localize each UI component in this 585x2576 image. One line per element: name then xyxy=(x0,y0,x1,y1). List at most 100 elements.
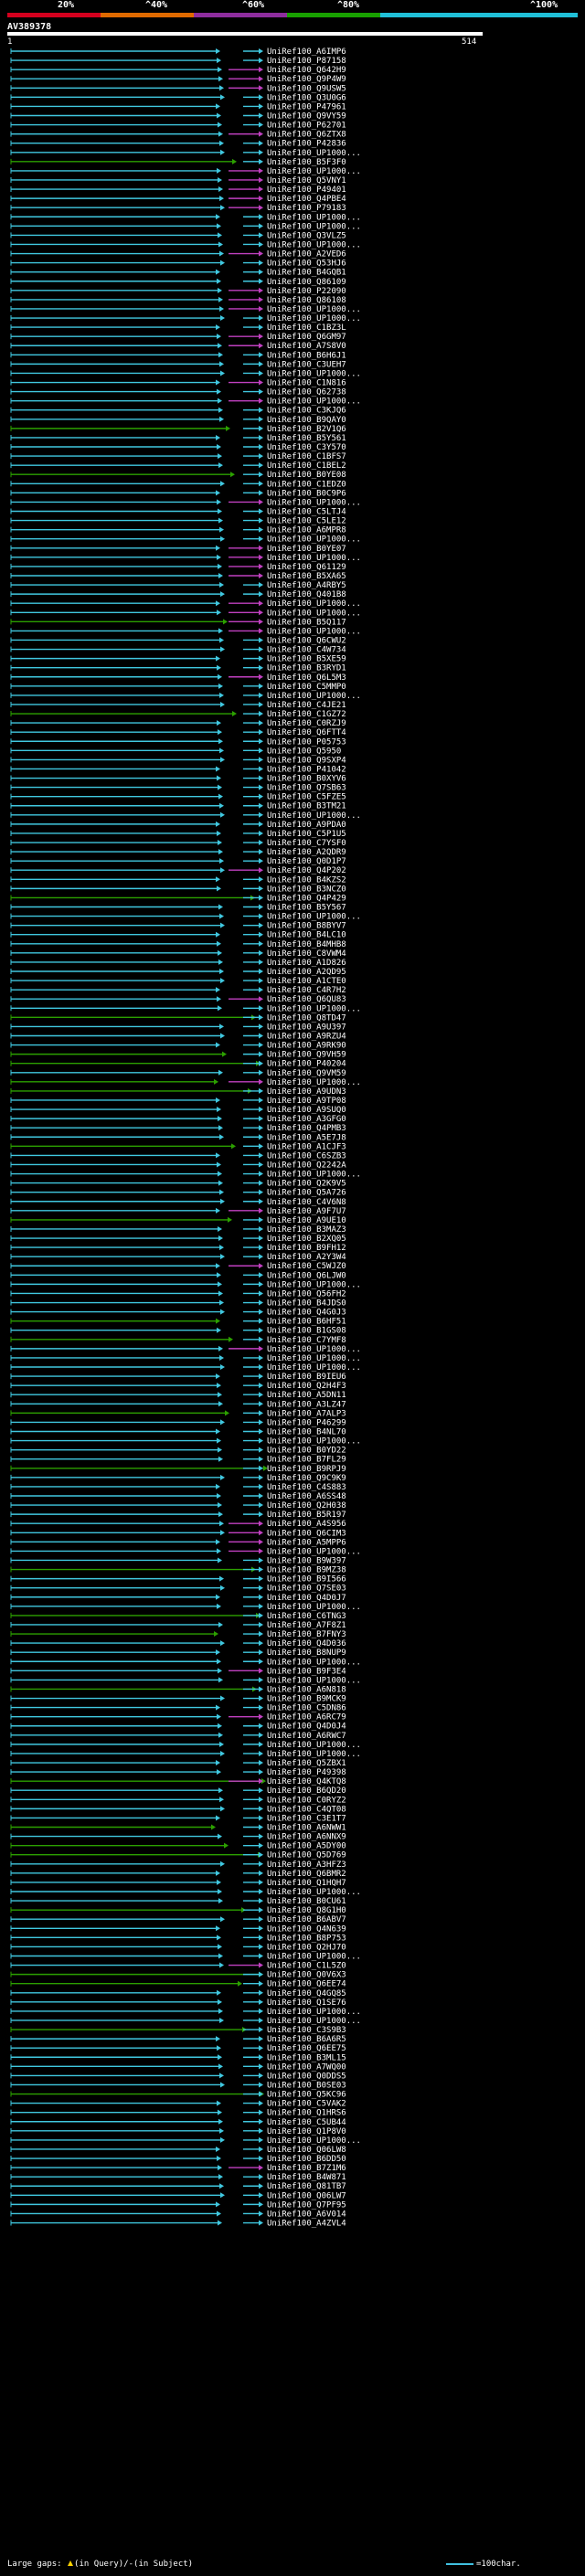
hit-label[interactable]: UniRef100_P22090 xyxy=(267,287,346,296)
hit-label[interactable]: UniRef100_Q6EE74 xyxy=(267,1980,346,1989)
hit-label[interactable]: UniRef100_C4R7H2 xyxy=(267,986,346,995)
hit-label[interactable]: UniRef100_Q0D1P7 xyxy=(267,857,346,866)
hit-label[interactable]: UniRef100_Q9P4W9 xyxy=(267,75,346,84)
hit-label[interactable]: UniRef100_UP1000... xyxy=(267,554,361,563)
hit-label[interactable]: UniRef100_UP1000... xyxy=(267,1078,361,1087)
hit-label[interactable]: UniRef100_Q86108 xyxy=(267,296,346,305)
hit-label[interactable]: UniRef100_A4RBY5 xyxy=(267,581,346,590)
hit-label[interactable]: UniRef100_C1BFS7 xyxy=(267,452,346,461)
hit-label[interactable]: UniRef100_Q9VM59 xyxy=(267,1069,346,1078)
hit-label[interactable]: UniRef100_A6NNX9 xyxy=(267,1833,346,1842)
hit-label[interactable]: UniRef100_Q8TD47 xyxy=(267,1013,346,1023)
hit-label[interactable]: UniRef100_B5Q117 xyxy=(267,618,346,627)
hit-label[interactable]: UniRef100_Q642H9 xyxy=(267,66,346,75)
hit-label[interactable]: UniRef100_B5Y561 xyxy=(267,434,346,443)
hit-label[interactable]: UniRef100_A6IMP6 xyxy=(267,48,346,57)
hit-label[interactable]: UniRef100_A5E7J8 xyxy=(267,1133,346,1142)
hit-label[interactable]: UniRef100_B8P753 xyxy=(267,1934,346,1943)
hit-label[interactable]: UniRef100_A5DN11 xyxy=(267,1391,346,1400)
hit-label[interactable]: UniRef100_A6NWW1 xyxy=(267,1824,346,1833)
hit-label[interactable]: UniRef100_UP1000... xyxy=(267,535,361,545)
hit-label[interactable]: UniRef100_C4S883 xyxy=(267,1483,346,1492)
hit-label[interactable]: UniRef100_P62701 xyxy=(267,122,346,131)
hit-label[interactable]: UniRef100_Q9VY59 xyxy=(267,111,346,121)
hit-label[interactable]: UniRef100_UP1000... xyxy=(267,240,361,249)
hit-label[interactable]: UniRef100_B9W397 xyxy=(267,1556,346,1565)
hit-label[interactable]: UniRef100_B0SE03 xyxy=(267,2081,346,2090)
hit-label[interactable]: UniRef100_A9SUQ0 xyxy=(267,1106,346,1115)
hit-label[interactable]: UniRef100_Q2H038 xyxy=(267,1501,346,1511)
hit-label[interactable]: UniRef100_C3KJQ6 xyxy=(267,407,346,416)
hit-label[interactable]: UniRef100_Q401B8 xyxy=(267,590,346,599)
hit-label[interactable]: UniRef100_C0RYZ2 xyxy=(267,1796,346,1805)
hit-label[interactable]: UniRef100_Q5ZBX1 xyxy=(267,1759,346,1768)
hit-label[interactable]: UniRef100_B0C9P6 xyxy=(267,489,346,498)
hit-label[interactable]: UniRef100_Q81TB7 xyxy=(267,2182,346,2191)
hit-label[interactable]: UniRef100_Q5KC96 xyxy=(267,2091,346,2100)
hit-label[interactable]: UniRef100_Q4D0J7 xyxy=(267,1594,346,1603)
hit-label[interactable]: UniRef100_C7YSF0 xyxy=(267,839,346,848)
hit-label[interactable]: UniRef100_Q7SE03 xyxy=(267,1585,346,1594)
hit-label[interactable]: UniRef100_Q5950 xyxy=(267,747,341,756)
hit-label[interactable]: UniRef100_P42836 xyxy=(267,140,346,149)
hit-label[interactable]: UniRef100_A9UE10 xyxy=(267,1216,346,1225)
hit-label[interactable]: UniRef100_C1L5Z0 xyxy=(267,1962,346,1971)
hit-label[interactable]: UniRef100_B9FH12 xyxy=(267,1244,346,1253)
hit-label[interactable]: UniRef100_B5XE59 xyxy=(267,655,346,664)
hit-label[interactable]: UniRef100_C1BEL2 xyxy=(267,461,346,471)
hit-label[interactable]: UniRef100_Q53HJ6 xyxy=(267,260,346,269)
hit-label[interactable]: UniRef100_Q4KTQ8 xyxy=(267,1777,346,1786)
hit-label[interactable]: UniRef100_B5Y567 xyxy=(267,904,346,913)
hit-label[interactable]: UniRef100_B5F3F0 xyxy=(267,158,346,167)
hit-label[interactable]: UniRef100_A3LZ47 xyxy=(267,1400,346,1409)
hit-label[interactable]: UniRef100_A9UDN3 xyxy=(267,1087,346,1097)
hit-label[interactable]: UniRef100_A1CJF3 xyxy=(267,1142,346,1151)
hit-label[interactable]: UniRef100_C4QT08 xyxy=(267,1805,346,1814)
hit-label[interactable]: UniRef100_Q3VLZ5 xyxy=(267,231,346,240)
hit-label[interactable]: UniRef100_P49398 xyxy=(267,1768,346,1777)
hit-label[interactable]: UniRef100_C6SZB3 xyxy=(267,1151,346,1161)
hit-label[interactable]: UniRef100_Q6EE75 xyxy=(267,2044,346,2053)
hit-label[interactable]: UniRef100_C5LE12 xyxy=(267,517,346,526)
hit-label[interactable]: UniRef100_Q7SB63 xyxy=(267,784,346,793)
hit-label[interactable]: UniRef100_UP1000... xyxy=(267,1437,361,1447)
hit-label[interactable]: UniRef100_Q4G0J3 xyxy=(267,1309,346,1318)
hit-label[interactable]: UniRef100_B3ML15 xyxy=(267,2053,346,2062)
hit-label[interactable]: UniRef100_B4LC10 xyxy=(267,931,346,940)
hit-label[interactable]: UniRef100_Q4P429 xyxy=(267,894,346,903)
hit-label[interactable]: UniRef100_UP1000... xyxy=(267,369,361,378)
hit-label[interactable]: UniRef100_Q61129 xyxy=(267,563,346,572)
hit-label[interactable]: UniRef100_B6HF51 xyxy=(267,1318,346,1327)
hit-label[interactable]: UniRef100_P49401 xyxy=(267,186,346,195)
hit-label[interactable]: UniRef100_A3GFG0 xyxy=(267,1115,346,1124)
hit-label[interactable]: UniRef100_Q2HJ70 xyxy=(267,1943,346,1952)
hit-label[interactable]: UniRef100_UP1000... xyxy=(267,627,361,636)
hit-label[interactable]: UniRef100_UP1000... xyxy=(267,314,361,323)
hit-label[interactable]: UniRef100_A9U397 xyxy=(267,1023,346,1032)
hit-label[interactable]: UniRef100_A6RWC7 xyxy=(267,1732,346,1741)
hit-label[interactable]: UniRef100_Q6BMR2 xyxy=(267,1870,346,1879)
hit-label[interactable]: UniRef100_Q4D036 xyxy=(267,1639,346,1648)
hit-label[interactable]: UniRef100_B4GQB1 xyxy=(267,269,346,278)
hit-label[interactable]: UniRef100_C1EDZ0 xyxy=(267,480,346,489)
hit-label[interactable]: UniRef100_UP1000... xyxy=(267,2136,361,2146)
hit-label[interactable]: UniRef100_Q0V6X3 xyxy=(267,1971,346,1980)
hit-label[interactable]: UniRef100_UP1000... xyxy=(267,222,361,231)
hit-label[interactable]: UniRef100_Q7PF95 xyxy=(267,2200,346,2210)
hit-label[interactable]: UniRef100_B7FNY3 xyxy=(267,1630,346,1639)
hit-label[interactable]: UniRef100_C5FZE5 xyxy=(267,793,346,802)
hit-label[interactable]: UniRef100_A6RC79 xyxy=(267,1713,346,1723)
hit-label[interactable]: UniRef100_B4JDS0 xyxy=(267,1299,346,1309)
hit-label[interactable]: UniRef100_UP1000... xyxy=(267,1658,361,1667)
hit-label[interactable]: UniRef100_B1GS08 xyxy=(267,1327,346,1336)
hit-label[interactable]: UniRef100_Q6CIM3 xyxy=(267,1529,346,1538)
hit-label[interactable]: UniRef100_UP1000... xyxy=(267,2008,361,2017)
hit-label[interactable]: UniRef100_UP1000... xyxy=(267,811,361,821)
hit-label[interactable]: UniRef100_Q2H4F3 xyxy=(267,1382,346,1391)
hit-label[interactable]: UniRef100_C3Y570 xyxy=(267,443,346,452)
hit-label[interactable]: UniRef100_A6V014 xyxy=(267,2210,346,2219)
hit-label[interactable]: UniRef100_Q4PBE4 xyxy=(267,195,346,204)
hit-label[interactable]: UniRef100_B5XA65 xyxy=(267,572,346,581)
hit-label[interactable]: UniRef100_Q6CWU2 xyxy=(267,636,346,645)
hit-label[interactable]: UniRef100_Q6LJW0 xyxy=(267,1271,346,1280)
